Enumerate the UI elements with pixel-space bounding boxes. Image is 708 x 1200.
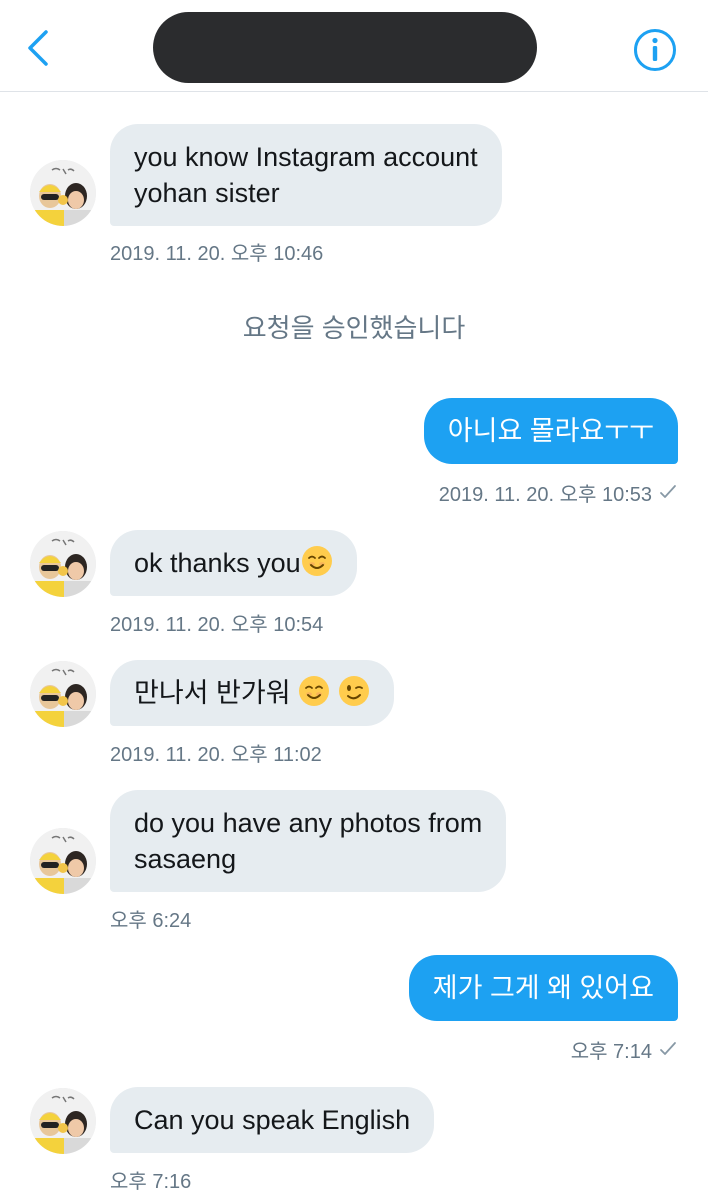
message-timestamp: 2019. 11. 20. 오후 10:53 bbox=[438, 484, 652, 506]
message-timestamp: 오후 7:14 bbox=[570, 1041, 652, 1063]
sent-check-icon bbox=[658, 482, 678, 502]
message-text: ok thanks you bbox=[134, 548, 301, 578]
system-notice: 요청을 승인했습니다 bbox=[242, 313, 466, 343]
incoming-message-bubble[interactable]: 만나서 반가워 bbox=[110, 660, 394, 726]
incoming-message-bubble[interactable]: you know Instagram account yohan sister bbox=[110, 124, 502, 226]
smiling-face-emoji-icon bbox=[301, 545, 333, 577]
outgoing-message-bubble[interactable]: 아니요 몰라요ㅜㅜ bbox=[423, 398, 678, 464]
avatar[interactable] bbox=[30, 661, 96, 727]
avatar[interactable] bbox=[30, 1088, 96, 1154]
info-circle-icon[interactable] bbox=[633, 28, 677, 72]
message-timestamp: 2019. 11. 20. 오후 10:54 bbox=[110, 614, 324, 636]
avatar[interactable] bbox=[30, 828, 96, 894]
conversation-header bbox=[0, 0, 708, 92]
message-timestamp: 오후 6:24 bbox=[110, 910, 192, 932]
message-timestamp: 오후 7:16 bbox=[110, 1171, 192, 1193]
smiling-face-emoji-icon bbox=[298, 675, 330, 707]
message-text: 만나서 반가워 bbox=[134, 678, 299, 708]
avatar[interactable] bbox=[30, 531, 96, 597]
message-timestamp: 2019. 11. 20. 오후 11:02 bbox=[110, 744, 322, 766]
winking-face-emoji-icon bbox=[338, 675, 370, 707]
avatar[interactable] bbox=[30, 160, 96, 226]
incoming-message-bubble[interactable]: ok thanks you bbox=[110, 530, 357, 596]
message-timestamp: 2019. 11. 20. 오후 10:46 bbox=[110, 243, 324, 265]
sent-check-icon bbox=[658, 1039, 678, 1059]
outgoing-message-bubble[interactable]: 제가 그게 왜 있어요 bbox=[408, 955, 678, 1021]
chevron-left-icon[interactable] bbox=[24, 28, 54, 68]
redacted-contact-name bbox=[153, 12, 537, 83]
incoming-message-bubble[interactable]: do you have any photos from sasaeng bbox=[110, 790, 507, 892]
incoming-message-bubble[interactable]: Can you speak English bbox=[110, 1087, 435, 1153]
